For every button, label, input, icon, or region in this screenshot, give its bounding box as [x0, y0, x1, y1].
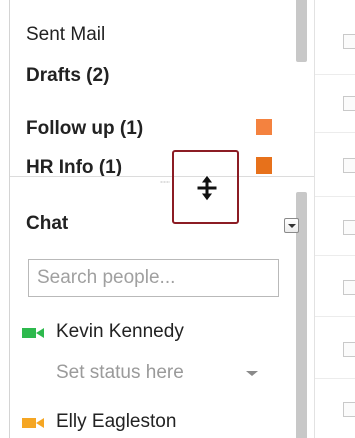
nav-item-follow-up[interactable]: Follow up (1) [26, 118, 143, 140]
chat-contact[interactable]: Elly Eagleston [22, 411, 282, 435]
resize-vertical-cursor-icon [196, 174, 218, 202]
message-checkbox[interactable] [343, 342, 355, 357]
gmail-sidebar: Sent Mail Drafts (2) Follow up (1) HR In… [0, 0, 355, 438]
nav-item-drafts[interactable]: Drafts (2) [26, 65, 109, 87]
nav-item-hr-info[interactable]: HR Info (1) [26, 157, 122, 176]
resize-grip-icon[interactable] [160, 181, 170, 183]
message-row-divider [315, 196, 355, 197]
search-people-input[interactable] [28, 259, 279, 297]
message-checkbox[interactable] [343, 34, 355, 49]
contact-name: Elly Eagleston [56, 411, 177, 432]
section-divider [10, 176, 314, 177]
message-row-divider [315, 74, 355, 75]
set-status-dropdown[interactable]: Set status here [56, 362, 258, 384]
status-placeholder: Set status here [56, 362, 184, 383]
message-row-divider [315, 255, 355, 256]
label-color-swatch-follow-up[interactable] [256, 119, 272, 135]
message-row-divider [315, 132, 355, 133]
chat-contact[interactable]: Kevin Kennedy [22, 321, 282, 345]
message-row-divider [315, 378, 355, 379]
frame-border [9, 0, 10, 438]
message-checkbox[interactable] [343, 220, 355, 235]
message-list-strip[interactable] [314, 0, 355, 438]
chat-options-dropdown-icon[interactable] [284, 218, 299, 233]
nav-item-sent-mail[interactable]: Sent Mail [26, 24, 105, 46]
message-checkbox[interactable] [343, 280, 355, 295]
video-camera-icon [22, 418, 44, 428]
contact-name: Kevin Kennedy [56, 321, 184, 342]
video-camera-icon [22, 328, 44, 338]
message-checkbox[interactable] [343, 158, 355, 173]
message-checkbox[interactable] [343, 96, 355, 111]
nav-scrollbar-thumb[interactable] [296, 0, 307, 62]
message-row-divider [315, 316, 355, 317]
label-color-swatch-hr-info[interactable] [256, 157, 272, 174]
chat-heading: Chat [26, 213, 69, 234]
cursor-highlight [172, 150, 239, 224]
chevron-down-icon [246, 371, 258, 376]
message-checkbox[interactable] [343, 402, 355, 417]
